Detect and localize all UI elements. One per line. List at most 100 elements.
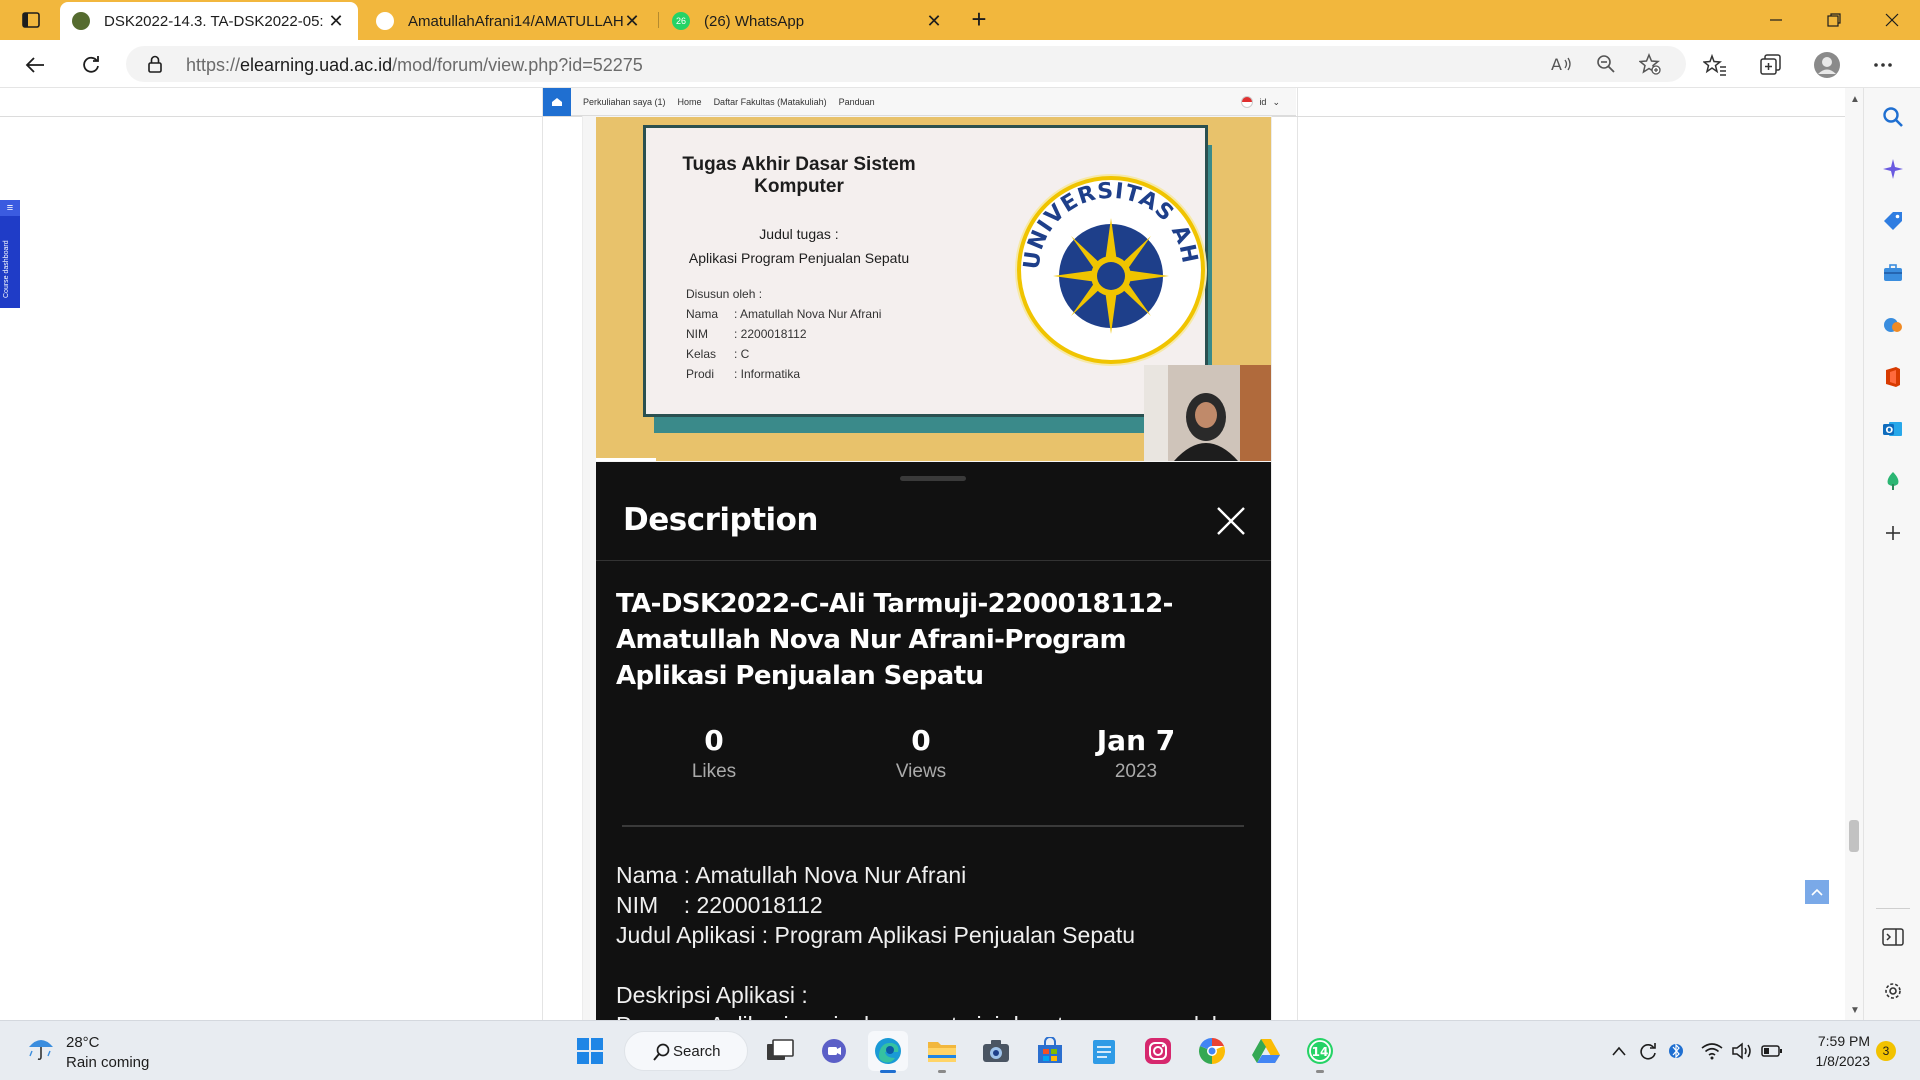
page-scrollbar[interactable]: ▲ ▼ <box>1845 88 1863 1020</box>
weather-desc: Rain coming <box>66 1054 150 1071</box>
show-hidden-icons-icon[interactable] <box>1608 1039 1630 1063</box>
teams-chat-icon[interactable] <box>814 1031 854 1071</box>
slide-field-row: Nama: Amatullah Nova Nur Afrani <box>686 307 882 321</box>
settings-gear-icon[interactable] <box>1880 978 1906 1004</box>
tab-github[interactable]: AmatullahAfrani14/AMATULLAH ✕ <box>364 2 654 40</box>
nav-panduan[interactable]: Panduan <box>839 97 875 107</box>
notepad-icon[interactable] <box>1084 1031 1124 1071</box>
sync-icon[interactable] <box>1636 1039 1660 1063</box>
views-label: Views <box>895 761 947 782</box>
copilot-sparkle-icon[interactable] <box>1880 156 1906 182</box>
running-app-indicator <box>1316 1070 1324 1073</box>
drag-handle[interactable] <box>900 476 966 481</box>
tab-title: (26) WhatsApp <box>704 12 805 30</box>
zoom-out-icon[interactable] <box>1594 52 1618 76</box>
back-arrow-icon[interactable] <box>20 50 50 80</box>
description-panel: Description TA-DSK2022-C-Ali Tarmuji-220… <box>596 462 1271 1020</box>
close-tab-icon[interactable]: ✕ <box>622 11 642 32</box>
views-stat: 0 Views <box>841 724 1001 783</box>
svg-text:O: O <box>1886 426 1894 436</box>
tab-separator <box>658 12 659 28</box>
more-options-icon[interactable] <box>1868 50 1898 80</box>
weather-widget[interactable]: 28°C Rain coming <box>26 1033 149 1073</box>
drop-tree-icon[interactable] <box>1880 468 1906 494</box>
read-aloud-icon[interactable]: A <box>1550 52 1574 76</box>
taskbar: 28°C Rain coming Search 14 7:59 PM 1/8/2… <box>0 1020 1920 1080</box>
page-border-left <box>542 88 543 1020</box>
views-count: 0 <box>911 724 931 757</box>
video-title: TA-DSK2022-C-Ali Tarmuji-2200018112-Amat… <box>616 589 1173 691</box>
whatsapp-favicon-icon: 26 <box>672 12 690 30</box>
scroll-up-arrow-icon[interactable]: ▲ <box>1850 94 1860 105</box>
date-stat: Jan 7 2023 <box>1056 724 1216 783</box>
tab-whatsapp[interactable]: 26 (26) WhatsApp ✕ <box>660 2 956 40</box>
nav-perkuliahan-saya[interactable]: Perkuliahan saya (1) <box>583 97 666 107</box>
google-chrome-icon[interactable] <box>1192 1031 1232 1071</box>
games-icon[interactable] <box>1880 312 1906 338</box>
restore-icon[interactable] <box>1806 0 1862 40</box>
github-favicon-icon <box>376 12 394 30</box>
tab-title: DSK2022-14.3. TA-DSK2022-05: <box>104 12 324 30</box>
lms-navbar: Perkuliahan saya (1) Home Daftar Fakulta… <box>543 88 1296 116</box>
close-icon[interactable] <box>1216 506 1246 536</box>
video-player[interactable]: Tugas Akhir Dasar Sistem Komputer Judul … <box>596 117 1271 461</box>
sidebar-divider <box>1876 908 1910 909</box>
course-dashboard-tab[interactable]: ≡ Course dashboard <box>0 200 20 308</box>
slide-subtitle: Judul tugas : Aplikasi Program Penjualan… <box>676 222 922 270</box>
google-drive-icon[interactable] <box>1246 1031 1286 1071</box>
new-tab-icon[interactable]: + <box>966 6 992 32</box>
collections-icon[interactable] <box>1756 50 1786 80</box>
office-icon[interactable] <box>1880 364 1906 390</box>
file-explorer-icon[interactable] <box>922 1031 962 1073</box>
url-field[interactable]: https://elearning.uad.ac.id/mod/forum/vi… <box>126 46 1686 82</box>
video-progress-bar[interactable] <box>596 458 656 461</box>
favorites-icon[interactable] <box>1700 50 1730 80</box>
language-code: id <box>1259 97 1267 107</box>
taskbar-search[interactable]: Search <box>624 1031 748 1071</box>
upload-year: 2023 <box>1114 761 1158 782</box>
search-icon[interactable] <box>1880 104 1906 130</box>
add-favorite-icon[interactable] <box>1638 52 1662 76</box>
instagram-icon[interactable] <box>1138 1031 1178 1071</box>
page-border-right <box>1297 88 1298 1020</box>
tab-actions-icon[interactable] <box>14 8 48 32</box>
close-window-icon[interactable] <box>1864 0 1920 40</box>
shopping-tag-icon[interactable] <box>1880 208 1906 234</box>
scrollbar-thumb[interactable] <box>1849 820 1859 852</box>
add-sidebar-app-icon[interactable] <box>1880 520 1906 546</box>
edge-browser-icon[interactable] <box>868 1031 908 1073</box>
tab-elearning[interactable]: DSK2022-14.3. TA-DSK2022-05: ✕ <box>60 2 358 40</box>
minimize-icon[interactable] <box>1748 0 1804 40</box>
camera-icon[interactable] <box>976 1031 1016 1071</box>
close-tab-icon[interactable]: ✕ <box>326 11 346 32</box>
profile-avatar-icon[interactable] <box>1812 50 1842 80</box>
scroll-down-arrow-icon[interactable]: ▼ <box>1850 1005 1860 1016</box>
nav-home[interactable]: Home <box>678 97 702 107</box>
bluetooth-icon[interactable] <box>1666 1039 1686 1063</box>
nav-daftar-fakultas[interactable]: Daftar Fakultas (Matakuliah) <box>714 97 827 107</box>
webcam-overlay <box>1144 365 1271 461</box>
microsoft-store-icon[interactable] <box>1030 1031 1070 1071</box>
notification-badge[interactable]: 3 <box>1876 1041 1896 1061</box>
volume-icon[interactable] <box>1730 1039 1754 1063</box>
scroll-to-top-button[interactable] <box>1805 880 1829 904</box>
start-windows-icon[interactable] <box>570 1031 610 1071</box>
likes-stat: 0 Likes <box>634 724 794 783</box>
language-selector[interactable]: id ⌄ <box>1241 96 1280 108</box>
whatsapp-icon[interactable]: 14 <box>1300 1031 1340 1073</box>
refresh-icon[interactable] <box>76 50 106 80</box>
hide-sidebar-icon[interactable] <box>1880 924 1906 950</box>
task-view-icon[interactable] <box>760 1031 800 1071</box>
presentation-slide: Tugas Akhir Dasar Sistem Komputer Judul … <box>643 125 1208 417</box>
lock-icon[interactable] <box>148 55 162 78</box>
tools-briefcase-icon[interactable] <box>1880 260 1906 286</box>
battery-icon[interactable] <box>1760 1039 1784 1063</box>
whatsapp-badge-count: 14 <box>1312 1045 1329 1059</box>
clock-date: 1/8/2023 <box>1815 1053 1871 1069</box>
menu-icon[interactable]: ≡ <box>0 200 20 216</box>
wifi-icon[interactable] <box>1700 1039 1724 1063</box>
close-tab-icon[interactable]: ✕ <box>924 11 944 32</box>
home-icon[interactable] <box>543 88 571 116</box>
system-clock[interactable]: 7:59 PM 1/8/2023 <box>1792 1031 1871 1071</box>
outlook-icon[interactable]: O <box>1880 416 1906 442</box>
